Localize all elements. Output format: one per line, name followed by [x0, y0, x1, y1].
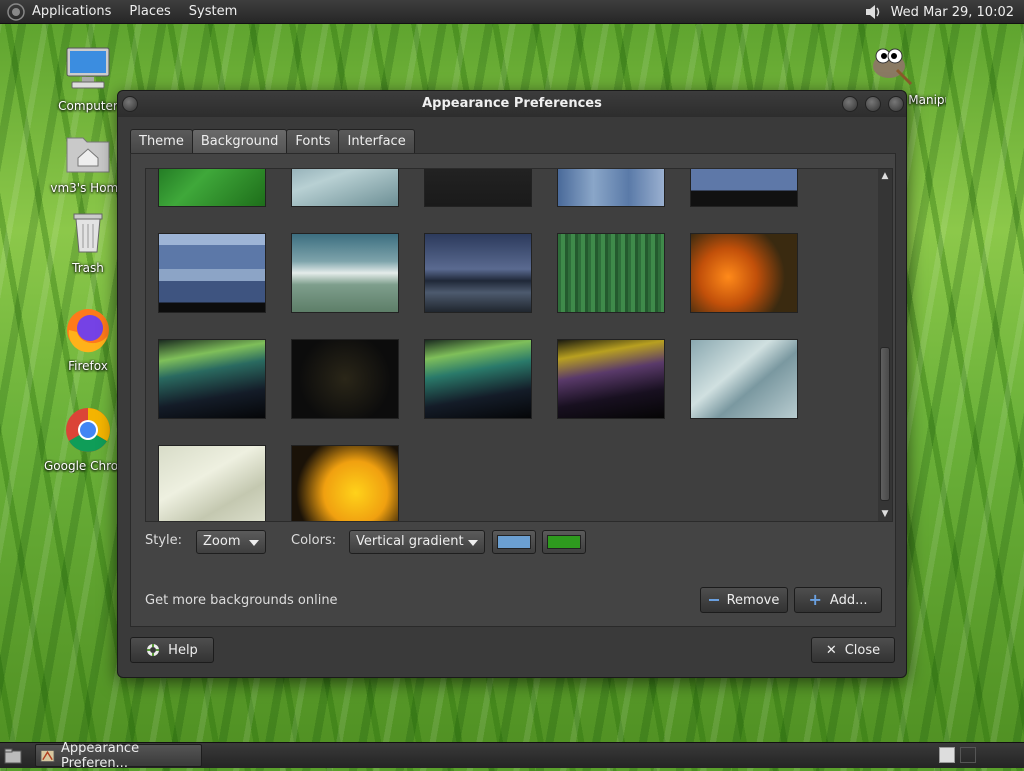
close-label: Close — [844, 642, 881, 658]
wallpaper-gallery: ▲ ▼ — [145, 168, 893, 522]
plus-icon: + — [808, 590, 822, 609]
wallpaper-thumb[interactable] — [158, 339, 266, 419]
wallpaper-thumb[interactable] — [291, 233, 399, 313]
trash-icon — [73, 213, 103, 253]
primary-color-swatch — [497, 535, 531, 549]
firefox-icon — [67, 309, 109, 353]
menu-system[interactable]: System — [189, 4, 237, 19]
colors-value: Vertical gradient — [356, 534, 464, 549]
remove-label: Remove — [726, 592, 780, 608]
tab-interface[interactable]: Interface — [338, 129, 415, 154]
bottom-panel: Appearance Preferen... — [0, 741, 1024, 771]
minimize-button[interactable] — [842, 96, 858, 112]
wallpaper-thumb[interactable] — [690, 339, 798, 419]
close-window-button[interactable] — [888, 96, 904, 112]
wallpaper-thumb[interactable] — [158, 233, 266, 313]
wallpaper-thumb[interactable] — [291, 169, 399, 207]
wallpaper-thumb[interactable] — [690, 169, 798, 207]
workspace-1[interactable] — [939, 747, 955, 763]
remove-button[interactable]: Remove — [700, 587, 788, 613]
gallery-scrollbar[interactable]: ▲ ▼ — [878, 169, 892, 521]
colors-label: Colors: — [291, 533, 337, 548]
secondary-color-button[interactable] — [542, 530, 586, 554]
close-icon: ✕ — [825, 642, 837, 658]
wallpaper-thumb[interactable] — [690, 233, 798, 313]
colors-combo[interactable]: Vertical gradient — [349, 530, 485, 554]
clock[interactable]: Wed Mar 29, 10:02 — [891, 5, 1014, 20]
taskbar-appearance-preferences[interactable]: Appearance Preferen... — [35, 741, 202, 771]
chevron-down-icon — [249, 540, 259, 546]
add-label: Add... — [829, 592, 868, 608]
scroll-down-icon[interactable]: ▼ — [880, 509, 890, 519]
background-panel: ▲ ▼ Style: Zoom Colors: Vertical gradien… — [130, 153, 896, 627]
show-desktop-icon[interactable] — [4, 748, 22, 764]
secondary-color-swatch — [547, 535, 581, 549]
tab-theme[interactable]: Theme — [130, 129, 193, 154]
help-lifebuoy-icon — [147, 644, 160, 656]
wallpaper-thumb[interactable] — [158, 445, 266, 521]
minus-icon — [708, 599, 719, 601]
style-value: Zoom — [203, 534, 241, 549]
menu-applications[interactable]: Applications — [32, 4, 111, 19]
tray: Wed Mar 29, 10:02 — [863, 0, 1014, 24]
primary-color-button[interactable] — [492, 530, 536, 554]
close-button[interactable]: ✕ Close — [811, 637, 895, 663]
wallpaper-thumb[interactable] — [557, 339, 665, 419]
add-button[interactable]: + Add... — [794, 587, 882, 613]
menu-places[interactable]: Places — [129, 4, 170, 19]
gnome-foot-icon[interactable] — [6, 2, 26, 22]
help-label: Help — [168, 642, 198, 658]
appearance-preferences-window: Appearance Preferences Theme Background … — [117, 90, 907, 678]
tab-fonts[interactable]: Fonts — [286, 129, 340, 154]
wallpaper-thumb[interactable] — [291, 445, 399, 521]
chevron-down-icon — [468, 540, 478, 546]
top-panel: Applications Places System Wed Mar 29, 1… — [0, 0, 1024, 24]
maximize-button[interactable] — [865, 96, 881, 112]
style-combo[interactable]: Zoom — [196, 530, 266, 554]
chrome-icon — [66, 408, 110, 452]
wallpaper-thumb[interactable] — [424, 339, 532, 419]
wallpaper-thumb[interactable] — [424, 169, 532, 207]
tab-bar: Theme Background Fonts Interface — [130, 129, 415, 154]
style-label: Style: — [145, 533, 183, 548]
help-button[interactable]: Help — [130, 637, 214, 663]
scroll-up-icon[interactable]: ▲ — [880, 171, 890, 181]
computer-icon — [66, 47, 110, 89]
wallpaper-thumb[interactable] — [557, 169, 665, 207]
wallpaper-thumb[interactable] — [424, 233, 532, 313]
wallpaper-thumb[interactable] — [291, 339, 399, 419]
titlebar[interactable]: Appearance Preferences — [118, 91, 906, 117]
volume-icon[interactable] — [863, 2, 883, 22]
get-more-backgrounds-link[interactable]: Get more backgrounds online — [145, 593, 338, 608]
appearance-icon — [40, 749, 55, 762]
gimp-icon — [873, 48, 913, 86]
wallpaper-thumb[interactable] — [557, 233, 665, 313]
wallpaper-thumb[interactable] — [158, 169, 266, 207]
tab-background[interactable]: Background — [191, 129, 288, 154]
workspace-2[interactable] — [960, 747, 976, 763]
window-title: Appearance Preferences — [422, 96, 602, 111]
scroll-thumb[interactable] — [880, 347, 890, 501]
home-folder-icon — [66, 137, 110, 173]
taskbar-label: Appearance Preferen... — [61, 740, 140, 771]
